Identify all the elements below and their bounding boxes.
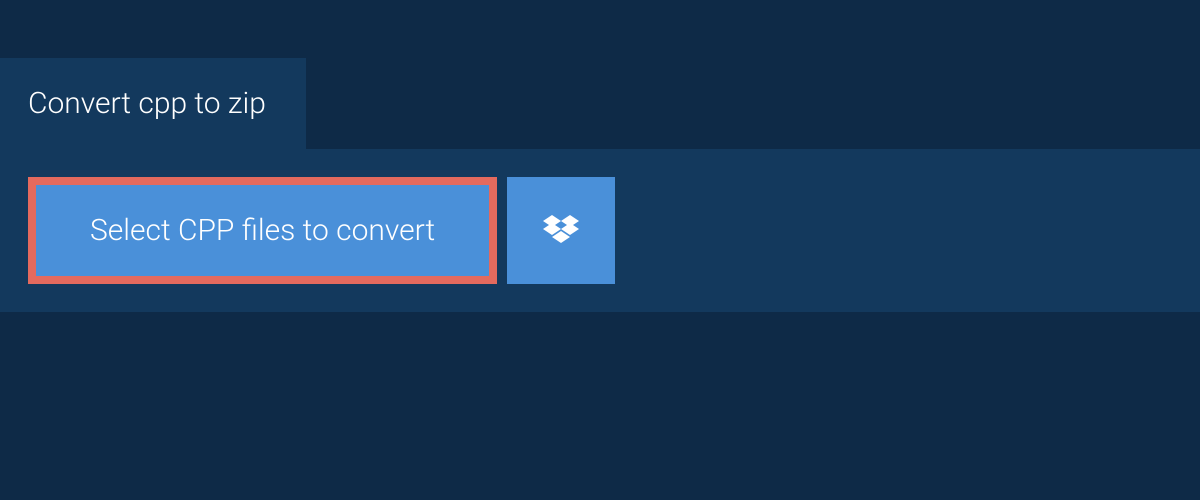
- select-files-label: Select CPP files to convert: [90, 213, 435, 248]
- action-row: Select CPP files to convert: [28, 177, 1200, 284]
- select-files-button[interactable]: Select CPP files to convert: [28, 177, 497, 284]
- dropbox-icon: [543, 215, 579, 247]
- conversion-panel: Select CPP files to convert: [0, 149, 1200, 312]
- tab-title: Convert cpp to zip: [28, 86, 266, 121]
- tab-header: Convert cpp to zip: [0, 58, 306, 149]
- dropbox-button[interactable]: [507, 177, 615, 284]
